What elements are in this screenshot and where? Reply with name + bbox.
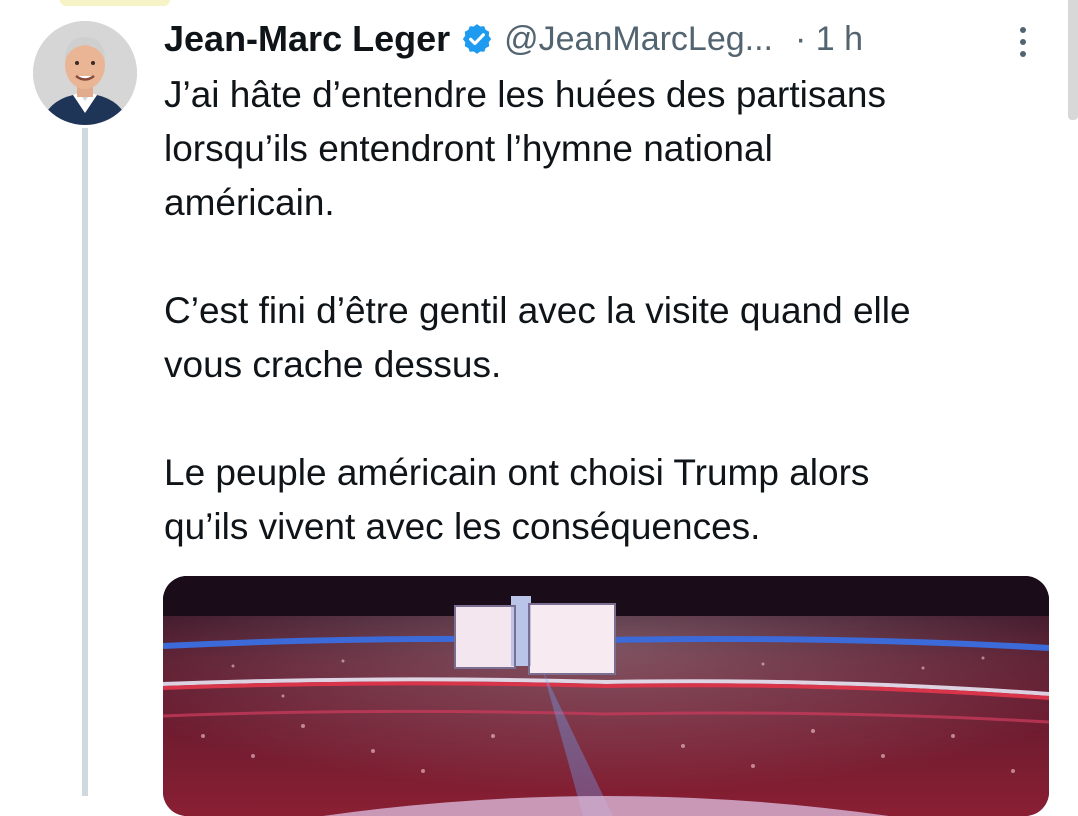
author-name[interactable]: Jean-Marc Leger — [164, 18, 450, 60]
verified-badge-icon — [460, 22, 494, 56]
arena-photo — [163, 576, 1049, 816]
tweet-text: J’ai hâte d’entendre les huées des parti… — [164, 68, 1044, 554]
tweet-header: Jean-Marc Leger @JeanMarcLeg... · 1 h — [164, 14, 1044, 64]
tweet-paragraph: Le peuple américain ont choisi Trump alo… — [164, 452, 870, 547]
tweet-paragraph: J’ai hâte d’entendre les huées des parti… — [164, 74, 886, 223]
avatar[interactable] — [33, 21, 137, 125]
avatar-image — [33, 21, 137, 125]
top-edge-highlight — [60, 0, 170, 6]
tweet-media-image[interactable] — [163, 576, 1049, 816]
thread-line — [82, 128, 88, 796]
tweet-timestamp[interactable]: · 1 h — [795, 20, 863, 59]
author-handle[interactable]: @JeanMarcLeg... — [504, 20, 773, 59]
more-vertical-icon[interactable] — [1014, 24, 1032, 60]
scrollbar[interactable] — [1068, 0, 1078, 120]
tweet-paragraph: C’est fini d’être gentil avec la visite … — [164, 290, 911, 385]
